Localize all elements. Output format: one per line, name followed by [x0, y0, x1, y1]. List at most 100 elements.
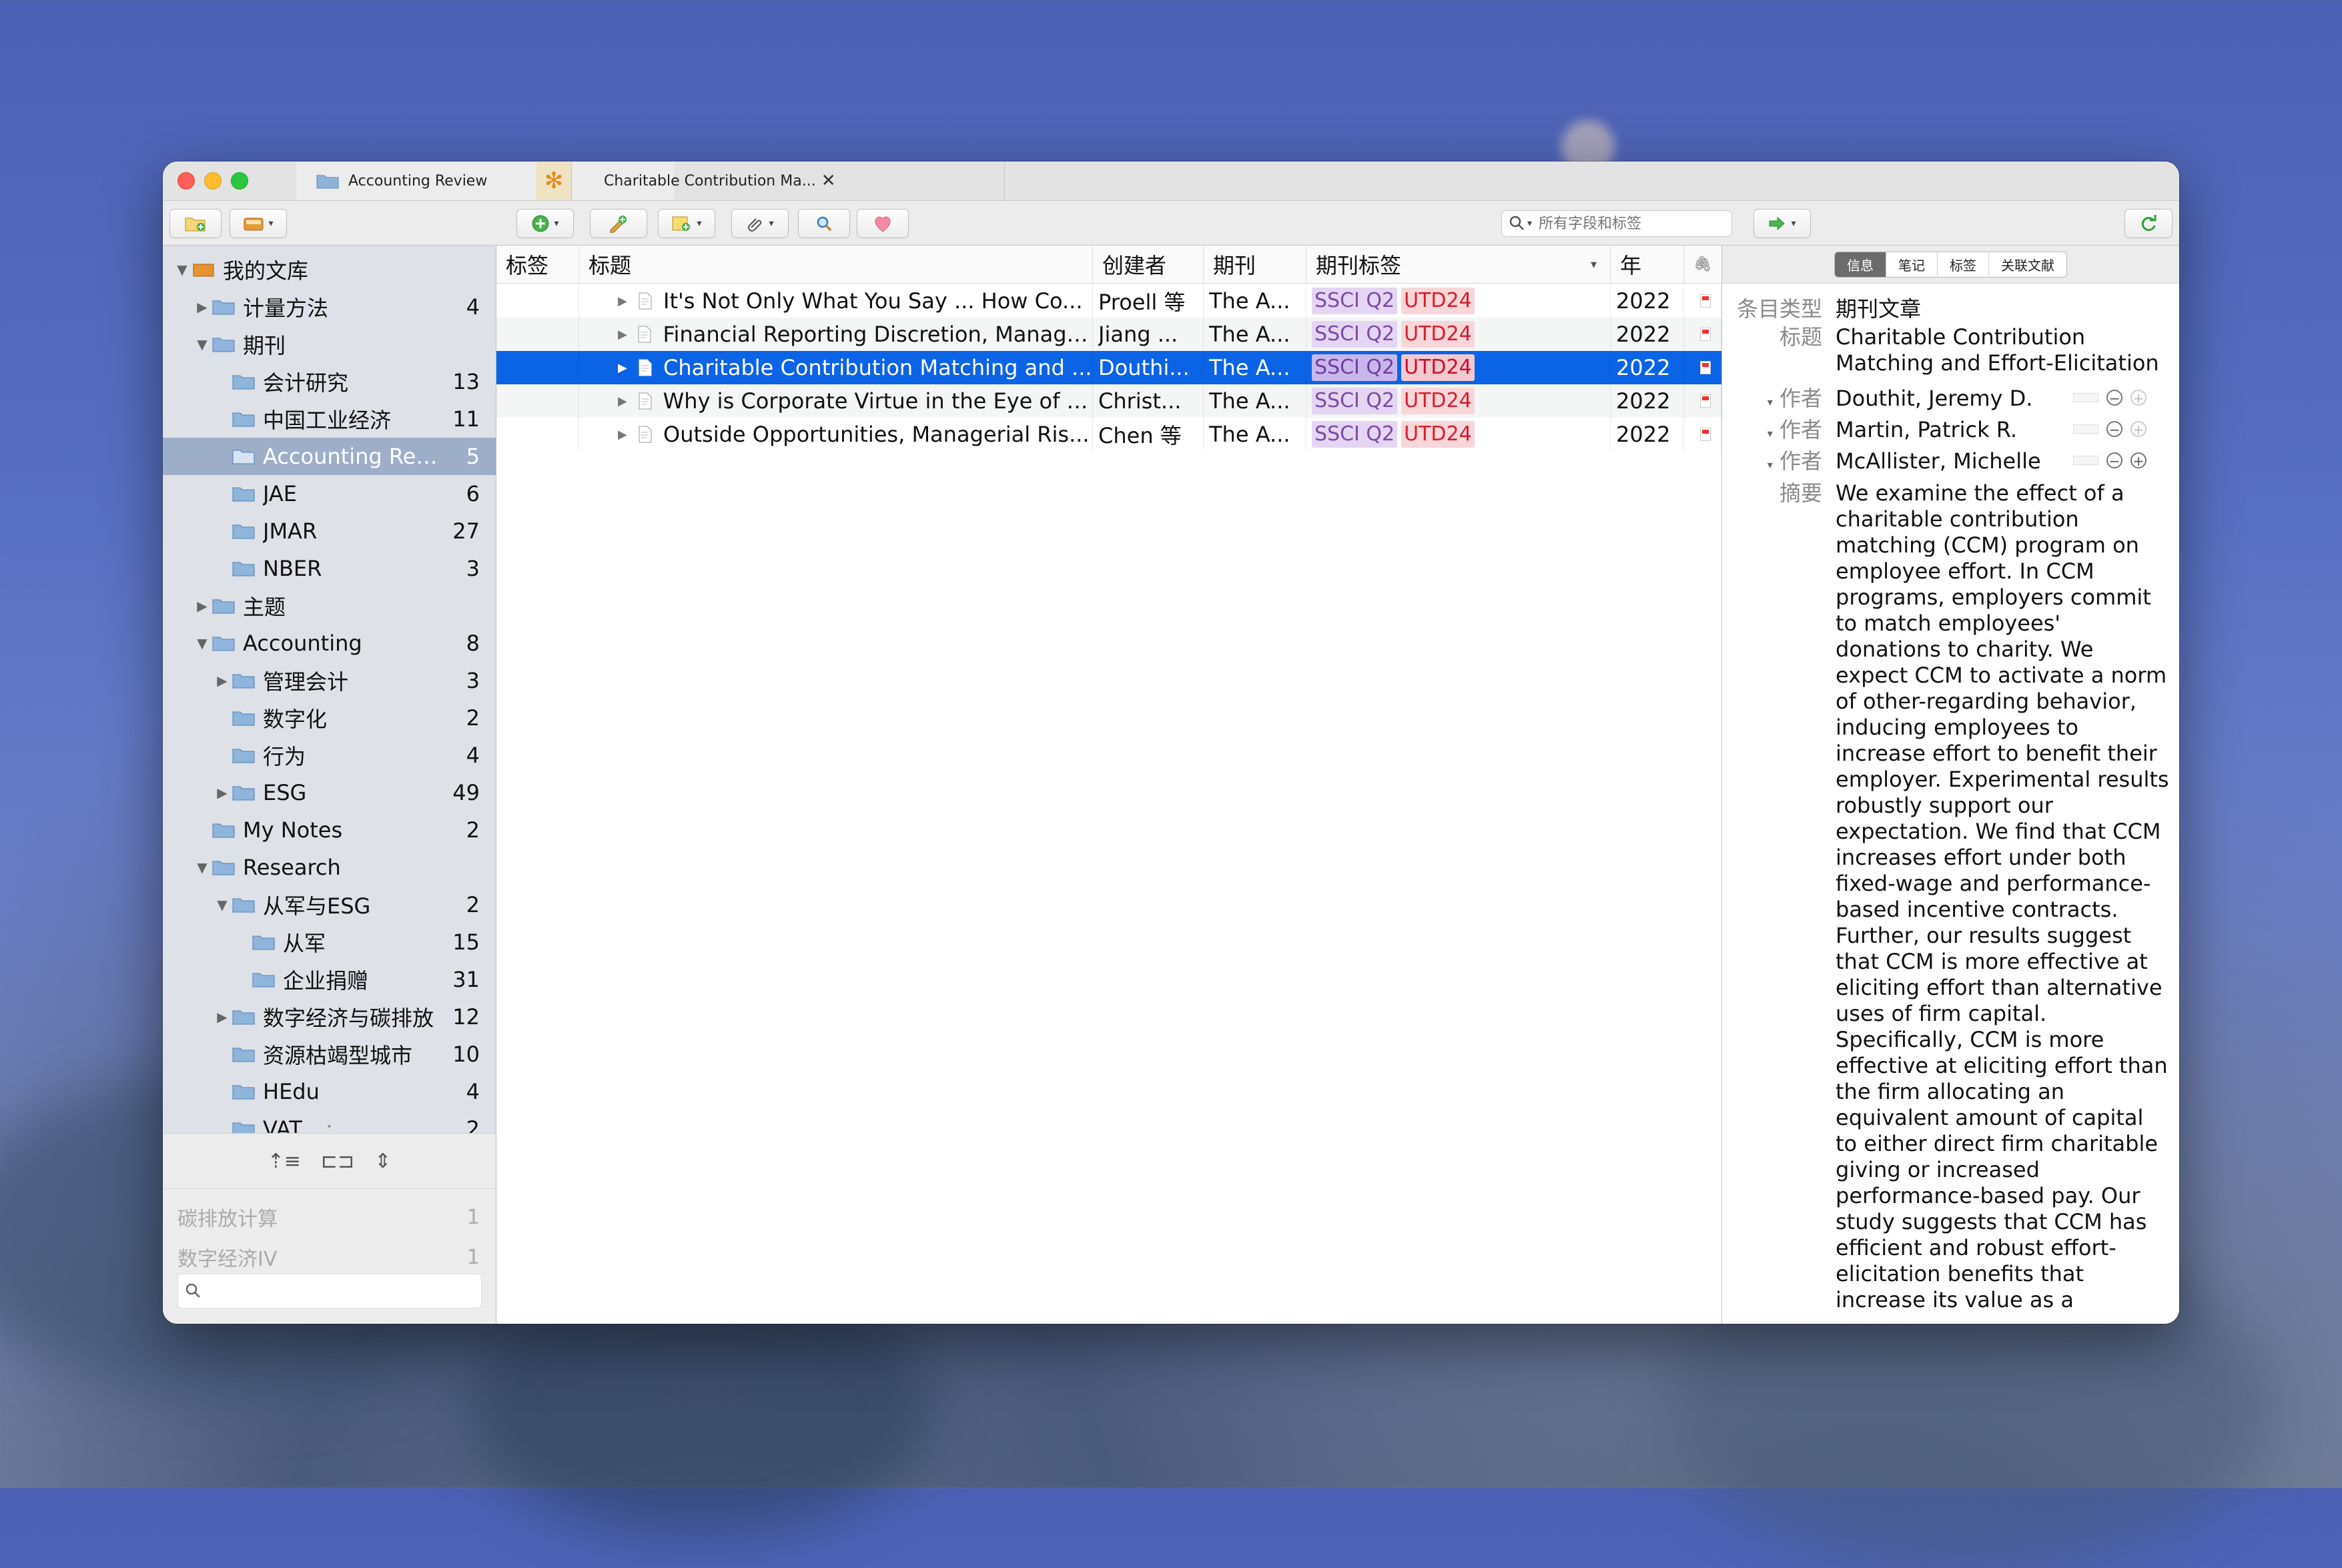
expand-collapse-icon[interactable]: ⇕ — [374, 1150, 391, 1173]
new-note-button[interactable]: ▾ — [658, 209, 715, 238]
collection-item[interactable]: ▶ 数字经济与碳排放 12 — [163, 998, 496, 1036]
collection-item[interactable]: HEdu 4 — [163, 1073, 496, 1110]
zoom-window-button[interactable] — [231, 172, 248, 189]
pdf-icon[interactable] — [1699, 294, 1711, 308]
table-row[interactable]: ▶ Charitable Contribution Matching and ..… — [496, 351, 1721, 384]
sync-button[interactable] — [2124, 209, 2173, 238]
collection-item[interactable]: 企业捐赠 31 — [163, 961, 496, 998]
disclosure-open-icon[interactable]: ▼ — [192, 859, 212, 875]
collection-item[interactable]: 行为 4 — [163, 737, 496, 774]
tab-info[interactable]: 信息 — [1835, 252, 1886, 277]
title-cell[interactable]: ▶ It's Not Only What You Say ... How Co..… — [579, 284, 1093, 318]
remove-author-icon[interactable]: − — [2106, 390, 2122, 406]
collection-item[interactable]: 从军 15 — [163, 923, 496, 961]
collection-item[interactable]: ▶ 管理会计 3 — [163, 662, 496, 699]
expand-row-icon[interactable]: ▶ — [618, 394, 638, 408]
collection-item[interactable]: ▼ 从军与ESG 2 — [163, 886, 496, 923]
disclosure-open-icon[interactable]: ▼ — [192, 336, 212, 352]
column-header-title[interactable]: 标题 — [579, 246, 1093, 283]
collection-item[interactable]: ▼ Research — [163, 849, 496, 886]
pdf-icon[interactable] — [1699, 361, 1711, 374]
table-row[interactable]: ▶ Financial Reporting Discretion, Manage.… — [496, 318, 1721, 351]
search-mode-chevron-icon[interactable]: ▾ — [1527, 218, 1532, 229]
advanced-search-button[interactable] — [798, 209, 850, 238]
pane-resize-handle[interactable]: • — [163, 1122, 496, 1133]
disclosure-open-icon[interactable]: ▼ — [212, 897, 232, 913]
column-header-attachments[interactable]: 🖇 — [1684, 246, 1721, 283]
collection-item[interactable]: 中国工业经济 11 — [163, 400, 496, 438]
tab-related[interactable]: 关联文献 — [1989, 252, 2066, 277]
tab-notes[interactable]: 笔记 — [1886, 252, 1938, 277]
locate-button[interactable]: ▾ — [1753, 209, 1811, 238]
remove-author-icon[interactable]: − — [2106, 452, 2122, 468]
item-type-value[interactable]: 期刊文章 — [1836, 296, 2169, 322]
expand-row-icon[interactable]: ▶ — [618, 428, 638, 442]
abstract-value[interactable]: We examine the effect of a charitable co… — [1836, 480, 2169, 1308]
column-header-tags[interactable]: 标签 — [496, 246, 579, 283]
disclosure-closed-icon[interactable]: ▶ — [212, 785, 232, 801]
expand-row-icon[interactable]: ▶ — [618, 294, 638, 308]
collection-item[interactable]: 数字化 2 — [163, 699, 496, 737]
add-by-identifier-button[interactable] — [590, 209, 647, 238]
title-cell[interactable]: ▶ Financial Reporting Discretion, Manage.… — [579, 318, 1093, 351]
collection-item[interactable]: JMAR 27 — [163, 512, 496, 550]
library-menu-button[interactable]: ▾ — [230, 209, 287, 238]
new-collection-button[interactable] — [169, 209, 222, 238]
attachment-cell[interactable] — [1684, 384, 1721, 418]
collection-item[interactable]: 资源枯竭型城市 10 — [163, 1036, 496, 1073]
disclosure-closed-icon[interactable]: ▶ — [192, 299, 212, 315]
title-cell[interactable]: ▶ Outside Opportunities, Managerial Ris..… — [579, 418, 1093, 451]
collection-item[interactable]: ▶ 主题 — [163, 587, 496, 625]
attachment-cell[interactable] — [1684, 318, 1721, 351]
collapse-tags-icon[interactable]: ⊏⊐ — [321, 1150, 354, 1173]
attachment-cell[interactable] — [1684, 284, 1721, 318]
title-cell[interactable]: ▶ Charitable Contribution Matching and ..… — [579, 351, 1093, 384]
tag-item[interactable]: 碳排放计算 1 — [177, 1200, 480, 1234]
collection-item[interactable]: My Notes 2 — [163, 811, 496, 849]
disclosure-closed-icon[interactable]: ▶ — [212, 673, 232, 689]
title-cell[interactable]: ▶ Why is Corporate Virtue in the Eye of T… — [579, 384, 1093, 418]
close-window-button[interactable] — [177, 172, 195, 189]
minimize-window-button[interactable] — [204, 172, 222, 189]
collection-item[interactable]: JAE 6 — [163, 475, 496, 512]
heart-plugin-button[interactable] — [857, 209, 909, 238]
collection-item[interactable]: 会计研究 13 — [163, 363, 496, 400]
author-switch-icon[interactable] — [2073, 456, 2098, 465]
pdf-icon[interactable] — [1699, 428, 1711, 441]
disclosure-closed-icon[interactable]: ▶ — [212, 1009, 232, 1025]
search-bar[interactable]: ▾ — [1501, 210, 1732, 237]
author-switch-icon[interactable] — [2073, 424, 2098, 434]
attachment-cell[interactable] — [1684, 351, 1721, 384]
collection-item[interactable]: ▶ 计量方法 4 — [163, 288, 496, 326]
collection-item[interactable]: ▶ ESG 49 — [163, 774, 496, 811]
pdf-icon[interactable] — [1699, 328, 1711, 341]
column-header-year[interactable]: 年 — [1611, 246, 1684, 283]
table-row[interactable]: ▶ It's Not Only What You Say ... How Co..… — [496, 284, 1721, 318]
column-header-creator[interactable]: 创建者 — [1093, 246, 1204, 283]
new-item-button[interactable]: ▾ — [516, 209, 574, 238]
attachment-cell[interactable] — [1684, 418, 1721, 451]
zotero-plugin-icon[interactable]: ✻ — [536, 161, 571, 200]
table-row[interactable]: ▶ Outside Opportunities, Managerial Ris..… — [496, 418, 1721, 451]
tag-item[interactable]: 数字经济IV 1 — [177, 1240, 480, 1274]
remove-author-icon[interactable]: − — [2106, 421, 2122, 437]
add-author-icon[interactable]: + — [2130, 452, 2146, 468]
sort-icon[interactable]: ⇡≡ — [268, 1150, 301, 1173]
collection-item[interactable]: ▼ Accounting 8 — [163, 625, 496, 662]
column-header-journal[interactable]: 期刊 — [1204, 246, 1306, 283]
disclosure-open-icon[interactable]: ▼ — [172, 262, 192, 278]
collection-item[interactable]: NBER 3 — [163, 550, 496, 587]
close-tab-icon[interactable]: ✕ — [821, 171, 836, 191]
attachment-button[interactable]: ▾ — [731, 209, 789, 238]
expand-row-icon[interactable]: ▶ — [618, 361, 638, 375]
expand-row-icon[interactable]: ▶ — [618, 328, 637, 342]
tag-filter-input[interactable] — [177, 1274, 482, 1308]
collection-item[interactable]: ▼ 我的文库 — [163, 251, 496, 288]
collection-item[interactable]: Accounting Rev... 5 — [163, 438, 496, 475]
collection-item[interactable]: ▼ 期刊 — [163, 326, 496, 363]
column-header-journal-tags[interactable]: 期刊标签 ▾ — [1306, 246, 1611, 283]
author-switch-icon[interactable] — [2073, 393, 2098, 402]
disclosure-open-icon[interactable]: ▼ — [192, 635, 212, 651]
add-author-icon[interactable]: + — [2130, 421, 2146, 437]
tab-tags[interactable]: 标签 — [1938, 252, 1989, 277]
